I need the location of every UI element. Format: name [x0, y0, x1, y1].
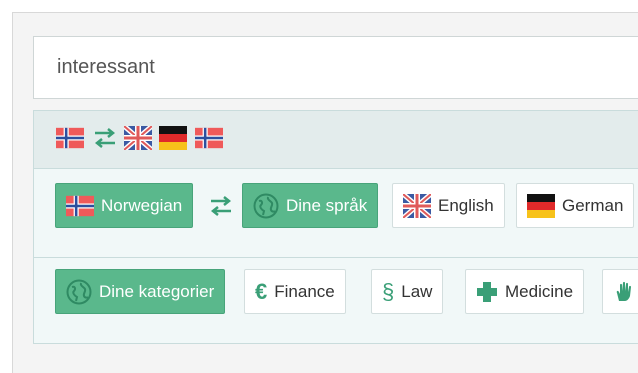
english-label: English: [438, 195, 494, 215]
flag-norway-icon[interactable]: [195, 126, 223, 150]
german-label: German: [562, 195, 624, 215]
medicine-label: Medicine: [505, 281, 574, 301]
category-label: Dine kategorier: [99, 281, 215, 301]
search-box[interactable]: [33, 36, 638, 99]
target-language-label: Dine språk: [286, 195, 368, 215]
search-input[interactable]: [34, 37, 638, 98]
target-language-german-button[interactable]: German: [516, 183, 635, 228]
section-sign-icon: §: [382, 278, 395, 304]
flag-germany-icon[interactable]: [159, 126, 187, 150]
globe-icon: [66, 279, 92, 305]
target-language-dine-sprak-button[interactable]: Dine språk: [242, 183, 379, 228]
flag-uk-icon[interactable]: [124, 126, 152, 150]
hand-icon: [613, 281, 635, 303]
euro-icon: €: [255, 278, 268, 304]
globe-icon: [253, 193, 279, 219]
options-panel: Norwegian Dine språk English German Dine…: [33, 110, 638, 344]
target-language-english-button[interactable]: English: [392, 183, 505, 228]
medical-cross-icon: [476, 281, 498, 303]
swap-arrows-icon[interactable]: [208, 195, 234, 217]
row-divider: [34, 257, 638, 258]
source-language-label: Norwegian: [101, 195, 183, 215]
flag-uk-icon: [403, 193, 431, 218]
swap-arrows-icon[interactable]: [92, 127, 118, 149]
category-medicine-button[interactable]: Medicine: [465, 269, 585, 314]
category-partial-button[interactable]: [602, 269, 638, 314]
category-law-button[interactable]: § Law: [371, 269, 444, 314]
flag-norway-icon: [66, 194, 94, 218]
flag-norway-icon[interactable]: [56, 126, 84, 150]
source-language-norwegian-button[interactable]: Norwegian: [55, 183, 194, 228]
category-dine-kategorier-button[interactable]: Dine kategorier: [55, 269, 226, 314]
category-finance-button[interactable]: € Finance: [244, 269, 346, 314]
direction-strip: [34, 111, 638, 169]
law-label: Law: [401, 281, 433, 301]
finance-label: Finance: [274, 281, 335, 301]
flag-germany-icon: [527, 193, 555, 218]
